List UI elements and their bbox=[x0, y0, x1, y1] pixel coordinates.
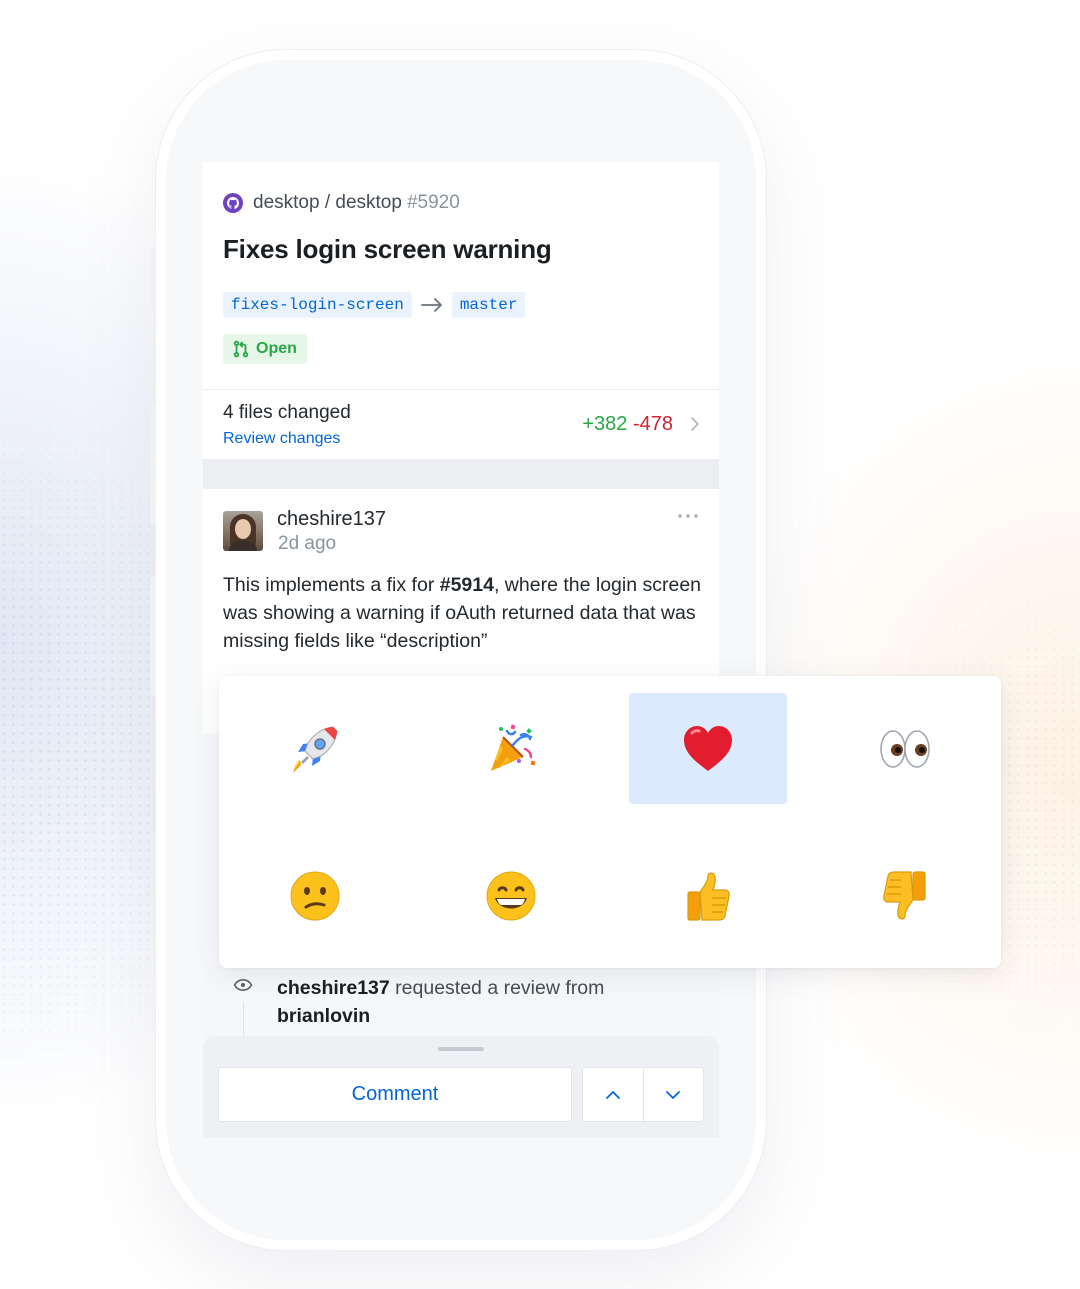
timeline-event: cheshire137 requested a review from bria… bbox=[203, 962, 719, 1042]
reaction-thumbs-down[interactable] bbox=[826, 840, 984, 951]
comment-time: 2d ago bbox=[278, 533, 337, 554]
chevron-right-icon bbox=[691, 417, 699, 431]
timeline-target[interactable]: brianlovin bbox=[277, 1005, 370, 1027]
section-divider bbox=[203, 459, 719, 489]
branch-info: fixes-login-screen master bbox=[223, 292, 526, 318]
review-changes-link[interactable]: Review changes bbox=[223, 430, 340, 448]
status-label: Open bbox=[256, 340, 297, 357]
eyes-icon bbox=[880, 729, 930, 768]
reaction-picker bbox=[219, 676, 1001, 968]
comment-author[interactable]: cheshire137 bbox=[277, 508, 386, 531]
drag-handle[interactable] bbox=[438, 1047, 484, 1051]
comment-body: This implements a fix for #5914, where t… bbox=[223, 571, 703, 655]
status-badge: Open bbox=[223, 334, 307, 364]
reaction-grinning[interactable] bbox=[432, 840, 590, 951]
next-button[interactable] bbox=[642, 1068, 704, 1121]
pull-request-card: desktop / desktop #5920 Fixes login scre… bbox=[203, 162, 719, 733]
chevron-up-icon bbox=[605, 1090, 620, 1099]
confused-face-icon bbox=[290, 871, 340, 920]
phone-side-button bbox=[150, 576, 156, 696]
rocket-icon bbox=[293, 725, 338, 773]
files-changed-title: 4 files changed bbox=[223, 402, 351, 423]
reaction-confused[interactable] bbox=[236, 840, 394, 951]
phone-side-button bbox=[150, 404, 156, 524]
diff-stats: +382 -478 bbox=[582, 413, 673, 436]
avatar[interactable] bbox=[223, 511, 263, 551]
grinning-face-icon bbox=[486, 871, 536, 920]
comment-button[interactable]: Comment bbox=[218, 1067, 572, 1122]
base-branch[interactable]: master bbox=[451, 292, 526, 318]
arrow-right-icon bbox=[420, 298, 442, 312]
pr-number: #5920 bbox=[406, 192, 460, 213]
reaction-thumbs-up[interactable] bbox=[629, 840, 787, 951]
reaction-rocket[interactable] bbox=[236, 693, 394, 804]
timeline-text: cheshire137 requested a review from bria… bbox=[277, 974, 697, 1030]
bottom-action-bar: Comment bbox=[203, 1036, 719, 1138]
head-branch[interactable]: fixes-login-screen bbox=[223, 292, 412, 318]
party-popper-icon bbox=[491, 723, 536, 771]
files-changed-row[interactable]: 4 files changed Review changes +382 -478 bbox=[203, 389, 719, 459]
phone-side-button bbox=[150, 248, 156, 308]
pr-header: desktop / desktop #5920 Fixes login scre… bbox=[203, 162, 719, 389]
github-icon bbox=[223, 193, 243, 213]
reaction-party-popper[interactable] bbox=[432, 693, 590, 804]
reaction-eyes[interactable] bbox=[826, 693, 984, 804]
timeline-actor[interactable]: cheshire137 bbox=[277, 977, 390, 999]
heart-icon bbox=[684, 725, 732, 771]
pull-request-icon bbox=[233, 340, 249, 358]
chevron-down-icon bbox=[666, 1090, 681, 1099]
eye-icon bbox=[233, 978, 253, 992]
reaction-heart[interactable] bbox=[629, 693, 787, 804]
comment-body-prefix: This implements a fix for bbox=[223, 574, 440, 596]
deletions-count: -478 bbox=[632, 413, 673, 435]
repo-line[interactable]: desktop / desktop #5920 bbox=[223, 192, 460, 214]
issue-reference-link[interactable]: #5914 bbox=[440, 574, 494, 596]
previous-button[interactable] bbox=[583, 1068, 643, 1121]
repo-name: desktop / desktop bbox=[253, 192, 402, 213]
thumbs-up-icon bbox=[687, 872, 730, 921]
additions-count: +382 bbox=[582, 413, 628, 435]
more-options-icon[interactable] bbox=[677, 513, 699, 519]
navigation-buttons bbox=[582, 1067, 704, 1122]
pr-title: Fixes login screen warning bbox=[223, 234, 552, 264]
thumbs-down-icon bbox=[883, 870, 926, 919]
timeline-action: requested a review from bbox=[389, 977, 605, 999]
